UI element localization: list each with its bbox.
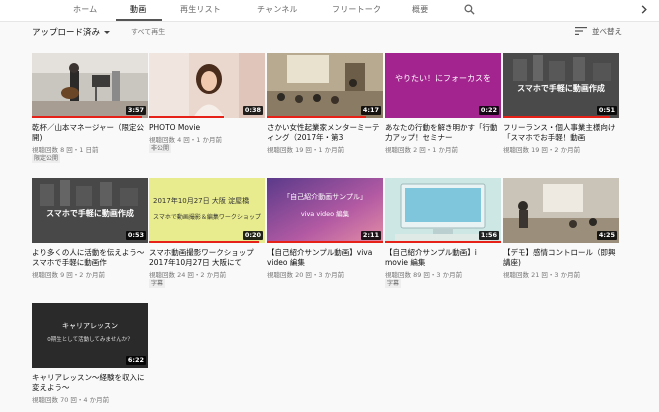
video-thumbnail[interactable]: 「自己紹介動画サンプル」 viva video 編集 2:11 (267, 178, 383, 243)
video-title[interactable]: 【デモ】感情コントロール（即興講座) (503, 248, 619, 268)
watch-progress-bar (503, 116, 610, 118)
video-thumbnail[interactable]: 0:38 (149, 53, 265, 118)
uploads-label: アップロード済み (32, 28, 101, 38)
video-title[interactable]: さかい女性起業家メンターミーティング（2017年・第3 (267, 123, 383, 143)
thumbnail-caption: 「自己紹介動画サンプル」 (283, 193, 367, 201)
tab-about[interactable]: 概要 (412, 4, 428, 15)
video-duration: 0:51 (596, 106, 617, 115)
chevron-right-icon[interactable] (639, 4, 649, 15)
video-thumbnail[interactable]: やりたい！にフォーカスを 0:22 (385, 53, 501, 118)
uploads-dropdown[interactable]: アップロード済み (32, 26, 111, 38)
video-meta: 視聴回数 20 回・3 か月前 (267, 271, 345, 279)
video-duration: 4:25 (596, 231, 617, 240)
thumbnail-subcaption: 0期生として活動してみませんか？ (47, 337, 133, 343)
visibility-badge: 非公開 (149, 144, 172, 153)
video-thumbnail[interactable]: 4:25 (503, 178, 619, 243)
caption-badge: 字幕 (385, 279, 402, 288)
video-title[interactable]: 【自己紹介サンプル動画】viva video 編集 (267, 248, 383, 268)
watch-progress-bar (149, 116, 225, 118)
play-all-button[interactable]: すべて再生 (131, 27, 165, 37)
video-thumbnail[interactable]: スマホで手軽に動画作成 0:51 (503, 53, 619, 118)
video-meta: 視聴回数 19 回・2 か月前 (503, 146, 581, 154)
caption-badge: 字幕 (149, 279, 166, 288)
thumbnail-subcaption: スマホで動画撮影＆編集ワークショップ (153, 214, 261, 221)
watch-progress-bar (385, 241, 501, 243)
tab-free-talk[interactable]: フリートーク (332, 4, 381, 15)
video-title[interactable]: キャリアレッスン〜経験を収入に変えよう〜 (32, 373, 148, 393)
video-meta: 視聴回数 70 回・4 か月前 (32, 396, 110, 404)
thumbnail-caption: 2017年10月27日 大阪 淀屋橋 (153, 197, 250, 205)
video-title[interactable]: 【自己紹介サンプル動画】i movie 編集 (385, 248, 501, 268)
tab-home[interactable]: ホーム (73, 4, 97, 15)
active-tab-indicator (116, 19, 162, 21)
video-duration: 1:56 (478, 231, 499, 240)
watch-progress-bar (149, 241, 260, 243)
video-meta: 視聴回数 89 回・3 か月前 (385, 271, 463, 279)
video-title[interactable]: より多くの人に活動を伝えよう〜スマホで手軽に動画作 (32, 248, 148, 268)
watch-progress-bar (267, 116, 366, 118)
tab-playlists[interactable]: 再生リスト (180, 4, 221, 15)
video-duration: 0:22 (478, 106, 499, 115)
video-thumbnail[interactable]: 1:56 (385, 178, 501, 243)
video-meta: 視聴回数 9 回・2 か月前 (32, 271, 105, 279)
watch-progress-bar (32, 116, 143, 118)
video-title[interactable]: あなたの行動を解き明かす「行動力アップ！セミナー (385, 123, 501, 143)
video-duration: 6:22 (125, 356, 146, 365)
video-meta: 視聴回数 19 回・1 か月前 (267, 146, 345, 154)
video-duration: 0:38 (242, 106, 263, 115)
video-thumbnail[interactable]: 3:57 (32, 53, 148, 118)
watch-progress-bar (267, 241, 383, 243)
search-icon[interactable] (464, 4, 475, 15)
thumbnail-caption: やりたい！にフォーカスを (395, 74, 491, 83)
tab-videos[interactable]: 動画 (130, 4, 146, 15)
video-thumbnail[interactable]: キャリアレッスン 0期生として活動してみませんか？ 6:22 (32, 303, 148, 368)
video-duration: 0:20 (242, 231, 263, 240)
thumbnail-caption: スマホで手軽に動画作成 (517, 84, 605, 93)
video-thumbnail[interactable]: スマホで手軽に動画作成 0:53 (32, 178, 148, 243)
video-meta: 視聴回数 8 回・1 日前 (32, 146, 99, 154)
thumbnail-caption: キャリアレッスン (62, 322, 118, 330)
video-title[interactable]: PHOTO Movie (149, 123, 265, 133)
video-thumbnail[interactable]: 4:17 (267, 53, 383, 118)
sort-icon (575, 27, 587, 35)
channel-tab-bar: ホーム 動画 再生リスト チャンネル フリートーク 概要 (0, 0, 659, 22)
tab-channels[interactable]: チャンネル (257, 4, 298, 15)
video-meta: 視聴回数 21 回・3 か月前 (503, 271, 581, 279)
video-duration: 4:17 (360, 106, 381, 115)
sort-label: 並べ替え (592, 27, 622, 36)
video-title[interactable]: スマホ動画撮影ワークショップ 2017年10月27日 大阪にて (149, 248, 265, 268)
video-meta: 視聴回数 24 回・2 か月前 (149, 271, 227, 279)
video-meta: 視聴回数 4 回・1 か月前 (149, 136, 222, 144)
video-duration: 2:11 (360, 231, 381, 240)
video-thumbnail[interactable]: 2017年10月27日 大阪 淀屋橋 スマホで動画撮影＆編集ワークショップ 0:… (149, 178, 265, 243)
video-title[interactable]: 乾杯／山本マネージャー（限定公開) (32, 123, 148, 143)
video-toolbar: アップロード済み すべて再生 並べ替え (0, 22, 659, 44)
thumbnail-subcaption: viva video 編集 (300, 210, 350, 218)
video-duration: 0:53 (125, 231, 146, 240)
video-title[interactable]: フリーランス・個人事業主様向け「スマホでお手軽！動画 (503, 123, 619, 143)
caret-down-icon (104, 31, 111, 34)
video-duration: 3:57 (125, 106, 146, 115)
thumbnail-caption: スマホで手軽に動画作成 (46, 209, 134, 218)
video-meta: 視聴回数 2 回・1 か月前 (385, 146, 458, 154)
visibility-badge: 限定公開 (32, 154, 61, 163)
